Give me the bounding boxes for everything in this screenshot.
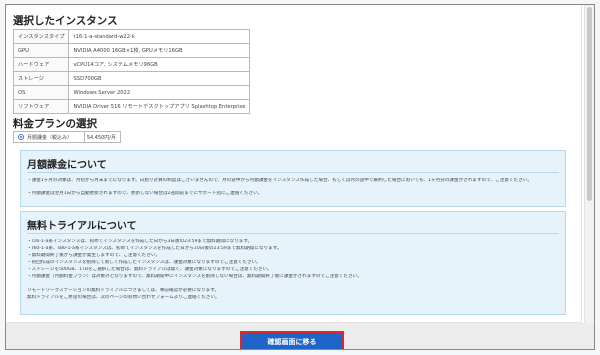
table-row: GPU NVIDIA A4000 16GB×1枚, GPUメモリ16GB <box>12 43 251 58</box>
spec-value: Windows Server 2022 <box>68 85 251 100</box>
spec-value: NVIDIA Driver 516 リモートデスクトップアプリ Splashto… <box>68 99 251 114</box>
spec-value: NVIDIA A4000 16GB×1枚, GPUメモリ16GB <box>68 43 251 58</box>
plan-option-price: 54,450円/月 <box>85 131 121 143</box>
free-trial-info-box: 無料トライアルについて ・r16-1-a系インスタンスは、初めてインスタンスを作… <box>20 211 566 315</box>
spec-value: SSD700GB <box>68 71 251 86</box>
info-text: ・ストレージを500GB、1TBをご選択した場合は、無料トライアルは無く、課金対… <box>27 267 272 272</box>
info-text: ・r16-1-a系インスタンスは、初めてインスタンスを作成した日から3日後の23… <box>27 239 253 244</box>
table-row: ソフトウェア NVIDIA Driver 516 リモートデスクトップアプリ S… <box>12 99 251 114</box>
table-row: ハードウェア vCPU14コア, システムメモリ96GB <box>12 57 251 72</box>
info-text: リモートワークステーションの無料トライアルにつきましては、事前確認が必要になりま… <box>27 288 219 293</box>
spec-key: GPU <box>12 43 70 58</box>
info-text: ・初回作成のインスタンスを削除して新しく作成したインスタンスは、課金対象になりま… <box>27 260 261 265</box>
table-row: OS Windows Server 2022 <box>12 85 251 100</box>
app-window: 選択したインスタンス インスタンスタイプ r16-1-a-standard-w2… <box>5 4 595 350</box>
info-text: ・月額課金（月額料金プラン）は対象外となりますので、無料期間中にインスタンスを削… <box>27 274 362 279</box>
confirm-screen-button[interactable]: 確認画面に移る <box>240 331 344 349</box>
spec-key: ハードウェア <box>12 57 70 72</box>
spec-key: ストレージ <box>12 71 70 86</box>
content-panel: 選択したインスタンス インスタンスタイプ r16-1-a-standard-w2… <box>7 5 582 323</box>
monthly-billing-heading: 月額課金について <box>27 160 107 171</box>
free-trial-heading: 無料トライアルについて <box>27 221 137 232</box>
monthly-billing-info-box: 月額課金について ・課金1ヶ月の対象は、月初から月末までになります。日割り計算の… <box>20 150 566 207</box>
info-text: ・月額課金は翌月1日から自動更新されますので、更新しない場合は2週間前までにサポ… <box>27 191 263 196</box>
table-row: インスタンスタイプ r16-1-a-standard-w22-k <box>12 29 251 44</box>
plan-option-label-cell[interactable]: 月額課金（税込み） <box>13 131 85 143</box>
spec-key: インスタンスタイプ <box>12 29 70 44</box>
info-text: ・無料期間終了後から課金が発生しますので、ご注意ください。 <box>27 253 161 258</box>
info-text: 無料トライアルをご希望の場合は、次のページのお問い合わせフォームよりご連絡くださ… <box>27 295 220 300</box>
plan-option-monthly[interactable]: 月額課金（税込み） 54,450円/月 <box>13 131 121 143</box>
spec-key: OS <box>12 85 70 100</box>
divider <box>27 172 559 173</box>
divider <box>27 233 559 234</box>
scrollbar-thumb[interactable] <box>587 7 592 201</box>
info-text: ・r60-1-a系、s80-1-a系インスタンスは、初めてインスタンスを作成した… <box>27 246 282 251</box>
vertical-scrollbar[interactable] <box>584 5 594 323</box>
table-row: ストレージ SSD700GB <box>12 71 251 86</box>
plan-heading: 料金プランの選択 <box>13 118 97 130</box>
selected-instance-heading: 選択したインスタンス <box>13 15 118 27</box>
instance-spec-table: インスタンスタイプ r16-1-a-standard-w22-k GPU NVI… <box>12 29 251 114</box>
radio-selected-icon[interactable] <box>18 134 24 140</box>
info-text: ・課金1ヶ月の対象は、月初から月末までになります。日割り計算の制度はございません… <box>27 178 532 183</box>
spec-value: r16-1-a-standard-w22-k <box>68 29 251 44</box>
spec-value: vCPU14コア, システムメモリ96GB <box>68 57 251 72</box>
plan-option-label: 月額課金（税込み） <box>27 134 73 141</box>
spec-key: ソフトウェア <box>12 99 70 114</box>
footer-bar: 確認画面に移る <box>6 323 594 349</box>
